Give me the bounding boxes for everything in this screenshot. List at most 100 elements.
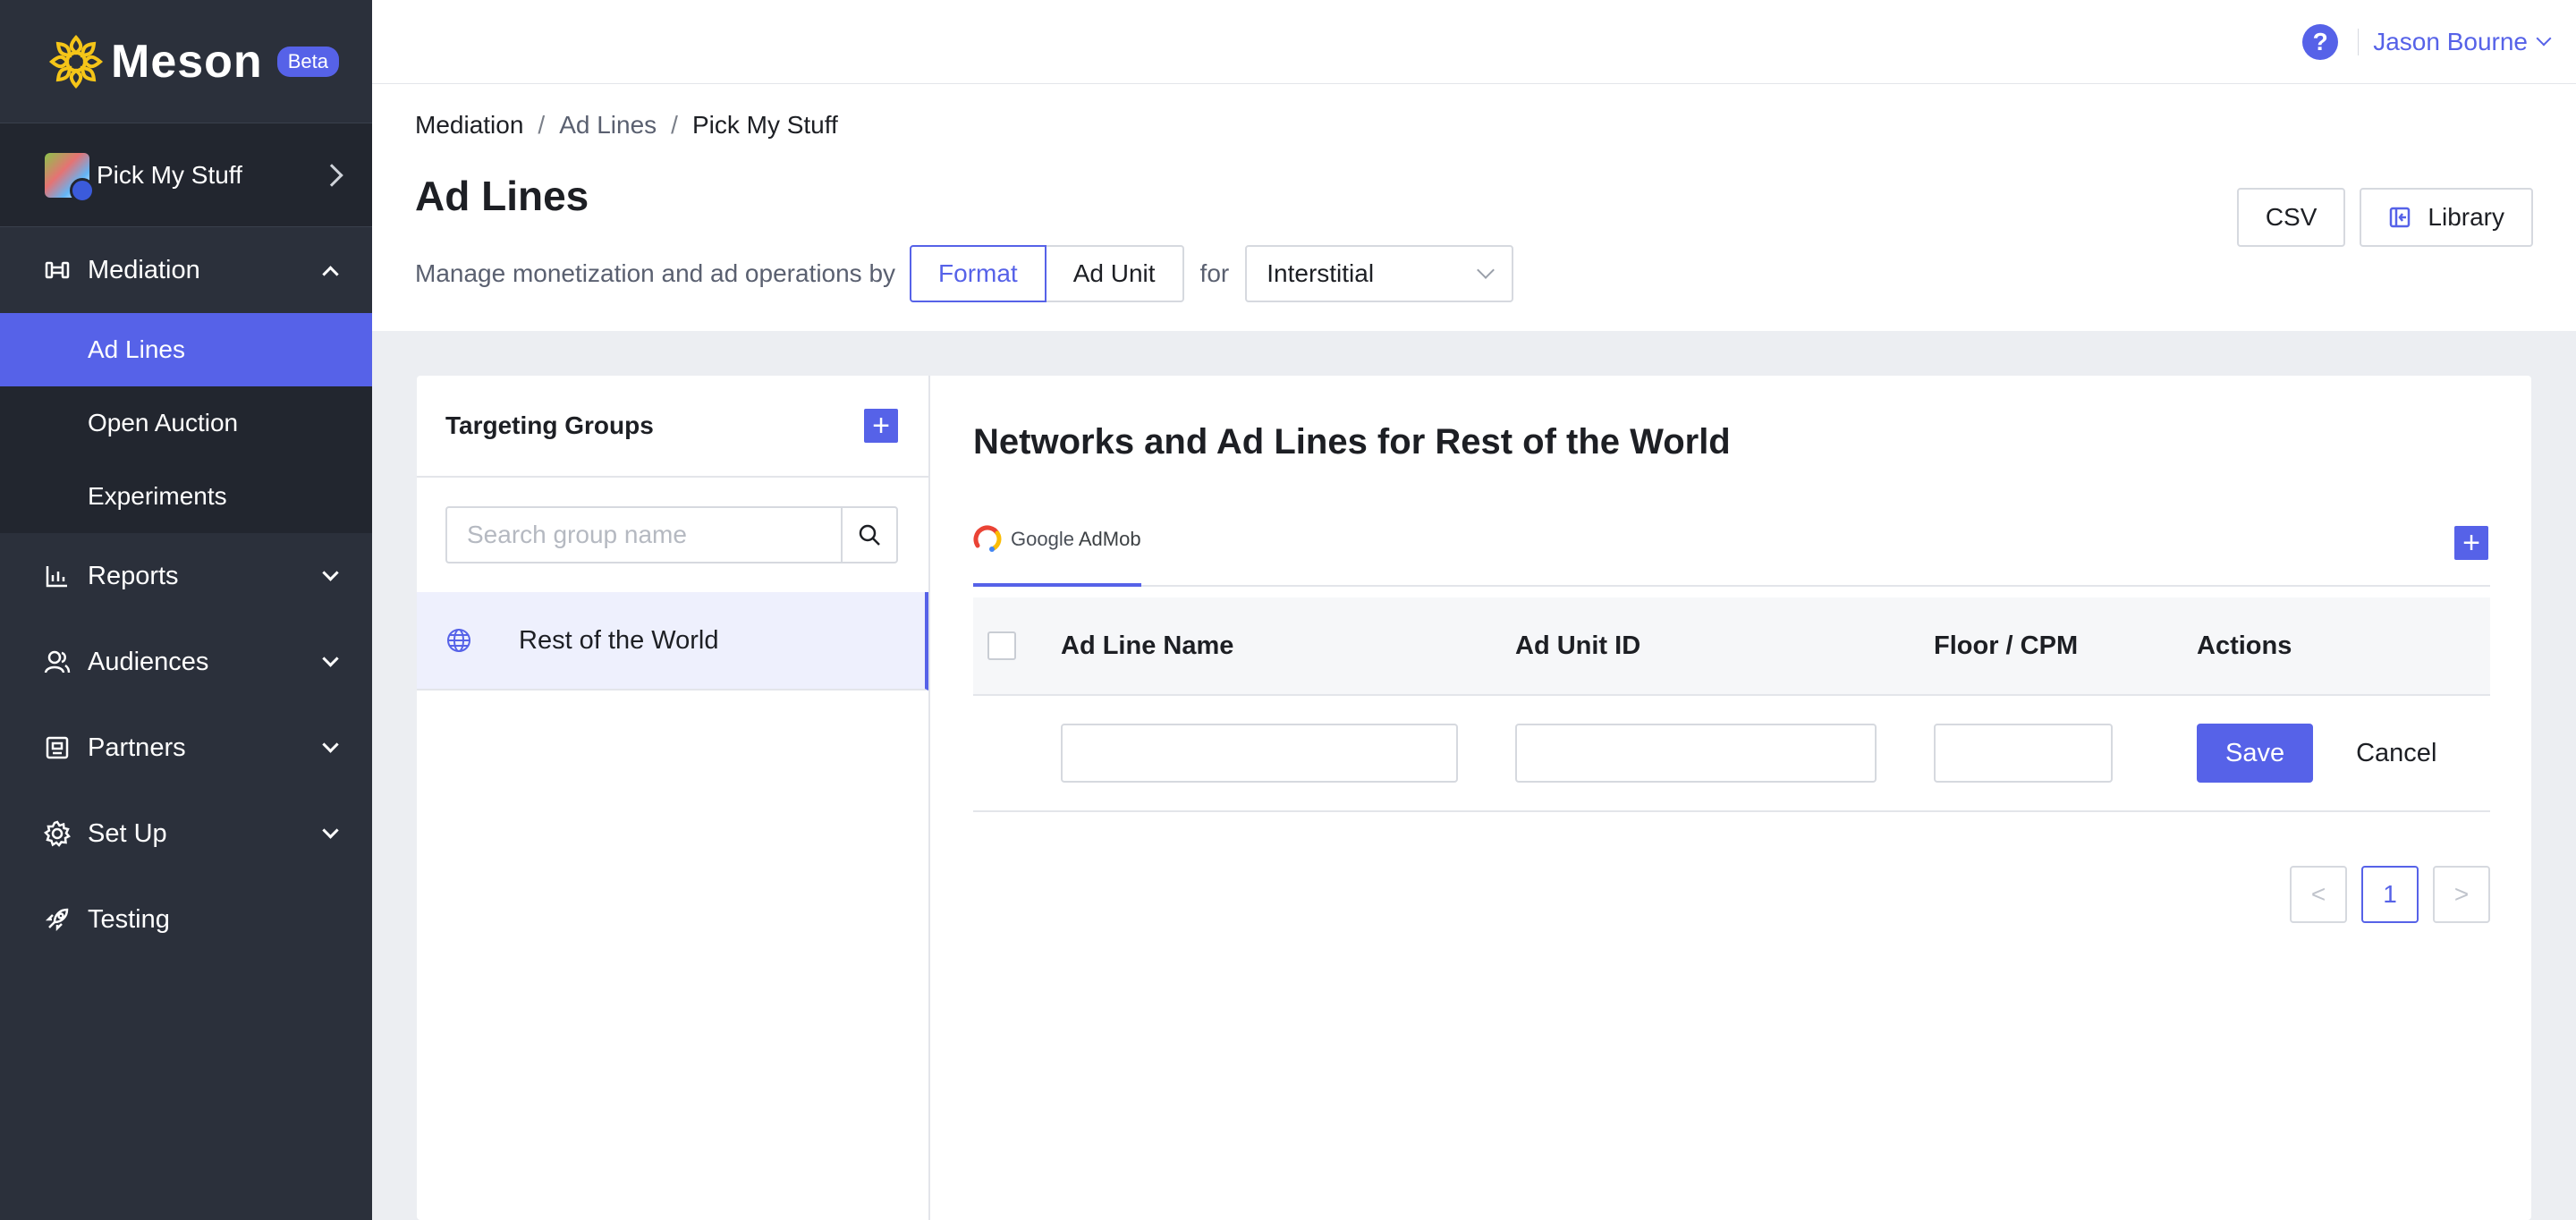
breadcrumb-mediation[interactable]: Mediation [415, 111, 523, 140]
chevron-up-icon [322, 265, 339, 283]
brand[interactable]: Meson Beta [0, 0, 372, 123]
search-button[interactable] [841, 506, 898, 563]
filter-bar: Manage monetization and ad operations by… [415, 245, 1514, 302]
rocket-icon [43, 905, 72, 934]
add-network-button[interactable]: + [2454, 526, 2488, 560]
sidebar-item-experiments[interactable]: Experiments [0, 460, 372, 533]
csv-button[interactable]: CSV [2236, 188, 2346, 247]
floor-cpm-input[interactable] [1934, 724, 2113, 783]
globe-icon [447, 629, 470, 652]
column-header: Ad Unit ID [1515, 631, 1641, 660]
breadcrumb-current: Pick My Stuff [691, 111, 838, 139]
mediation-subnav: Ad Lines Open Auction Experiments [0, 313, 372, 533]
chevron-down-icon [322, 649, 339, 667]
sidebar-item-label: Partners [88, 733, 186, 762]
group-name: Rest of the World [519, 625, 719, 655]
chevron-down-icon[interactable] [2536, 30, 2552, 46]
targeting-groups-header: Targeting Groups + [417, 376, 928, 478]
chevron-down-icon [322, 821, 339, 839]
sidebar-item-label: Reports [88, 561, 179, 590]
ad-unit-toggle-button[interactable]: Ad Unit [1046, 245, 1184, 302]
sidebar-item-mediation[interactable]: Mediation [0, 227, 372, 313]
breadcrumb-separator: / [538, 111, 546, 139]
ad-lines-table: Ad Line Name Ad Unit ID Floor / CPM Acti… [973, 597, 2490, 923]
chevron-down-icon [1477, 261, 1496, 279]
mediation-icon [43, 256, 72, 284]
sidebar-item-label: Set Up [88, 818, 167, 848]
sidebar-item-reports[interactable]: Reports [0, 533, 372, 619]
beta-badge: Beta [276, 46, 339, 77]
networks-title: Networks and Ad Lines for Rest of the Wo… [973, 422, 1731, 462]
content-card: Targeting Groups + Rest of the World Net… [417, 376, 2531, 1220]
add-group-button[interactable]: + [864, 409, 898, 443]
sidebar-item-testing[interactable]: Testing [0, 877, 372, 962]
for-label: for [1199, 259, 1230, 287]
search-input[interactable] [445, 506, 841, 563]
sidebar-item-partners[interactable]: Partners [0, 705, 372, 791]
view-toggle: Format Ad Unit [910, 245, 1184, 302]
group-search [445, 506, 898, 563]
gear-icon [43, 819, 72, 848]
sidebar-item-label: Testing [88, 904, 170, 934]
save-button[interactable]: Save [2197, 724, 2314, 783]
row-actions: Save Cancel [2197, 724, 2436, 783]
sidebar-item-label: Mediation [88, 255, 200, 284]
networks-panel: Networks and Ad Lines for Rest of the Wo… [930, 376, 2531, 1220]
prev-page-button[interactable]: < [2290, 866, 2347, 923]
bar-chart-icon [43, 562, 72, 590]
app-avatar [45, 152, 95, 203]
tab-label: Google AdMob [1011, 528, 1141, 551]
column-header: Actions [2197, 631, 2292, 660]
user-menu[interactable]: Jason Bourne [2373, 28, 2528, 56]
next-page-button[interactable]: > [2433, 866, 2490, 923]
library-icon [2390, 207, 2411, 228]
ad-unit-id-input[interactable] [1515, 724, 1877, 783]
admob-logo-icon [973, 525, 1002, 552]
top-bar: ? Jason Bourne [372, 0, 2576, 84]
tab-google-admob[interactable]: Google AdMob [973, 524, 1141, 587]
filter-prefix: Manage monetization and ad operations by [415, 259, 896, 287]
page-title: Ad Lines [415, 173, 589, 219]
brand-name: Meson [111, 35, 263, 88]
help-icon[interactable]: ? [2302, 23, 2339, 60]
app-switcher[interactable]: Pick My Stuff [0, 123, 372, 227]
targeting-groups-title: Targeting Groups [445, 411, 654, 439]
column-header: Floor / CPM [1934, 631, 2079, 660]
page-number-button[interactable]: 1 [2361, 866, 2419, 923]
library-label: Library [2428, 203, 2504, 231]
column-header: Ad Line Name [1061, 631, 1234, 660]
format-select[interactable]: Interstitial [1245, 245, 1514, 302]
sidebar-item-audiences[interactable]: Audiences [0, 619, 372, 705]
chevron-down-icon [322, 563, 339, 581]
select-all-checkbox[interactable] [987, 631, 1016, 660]
meson-logo-icon [48, 34, 104, 89]
sidebar-item-open-auction[interactable]: Open Auction [0, 386, 372, 460]
network-tabs: Google AdMob + [973, 499, 2490, 587]
cancel-button[interactable]: Cancel [2356, 739, 2436, 768]
table-header: Ad Line Name Ad Unit ID Floor / CPM Acti… [973, 597, 2490, 696]
ad-line-name-input[interactable] [1061, 724, 1458, 783]
search-icon [859, 524, 880, 546]
table-row: Save Cancel [973, 696, 2490, 812]
admob-wordmark: AdMob [1078, 528, 1141, 550]
sidebar-item-label: Audiences [88, 647, 209, 676]
chevron-down-icon [322, 735, 339, 753]
chevron-right-icon [320, 163, 343, 187]
format-toggle-button[interactable]: Format [910, 245, 1046, 302]
audience-icon [43, 648, 72, 676]
header-actions: CSV Library [2236, 188, 2533, 247]
breadcrumb-separator: / [671, 111, 678, 139]
library-button[interactable]: Library [2360, 188, 2533, 247]
app-name: Pick My Stuff [97, 160, 242, 189]
sidebar-item-setup[interactable]: Set Up [0, 791, 372, 877]
list-item[interactable]: Rest of the World [417, 592, 928, 690]
sidebar-item-ad-lines[interactable]: Ad Lines [0, 313, 372, 386]
breadcrumb: Mediation / Ad Lines / Pick My Stuff [415, 111, 838, 140]
divider [2358, 28, 2360, 55]
sidebar: Meson Beta Pick My Stuff Mediation Ad Li… [0, 0, 372, 1220]
breadcrumb-ad-lines[interactable]: Ad Lines [559, 111, 657, 140]
pagination: < 1 > [2290, 866, 2490, 923]
partners-icon [43, 733, 72, 762]
google-wordmark: Google [1011, 528, 1074, 550]
format-select-value: Interstitial [1267, 259, 1375, 287]
